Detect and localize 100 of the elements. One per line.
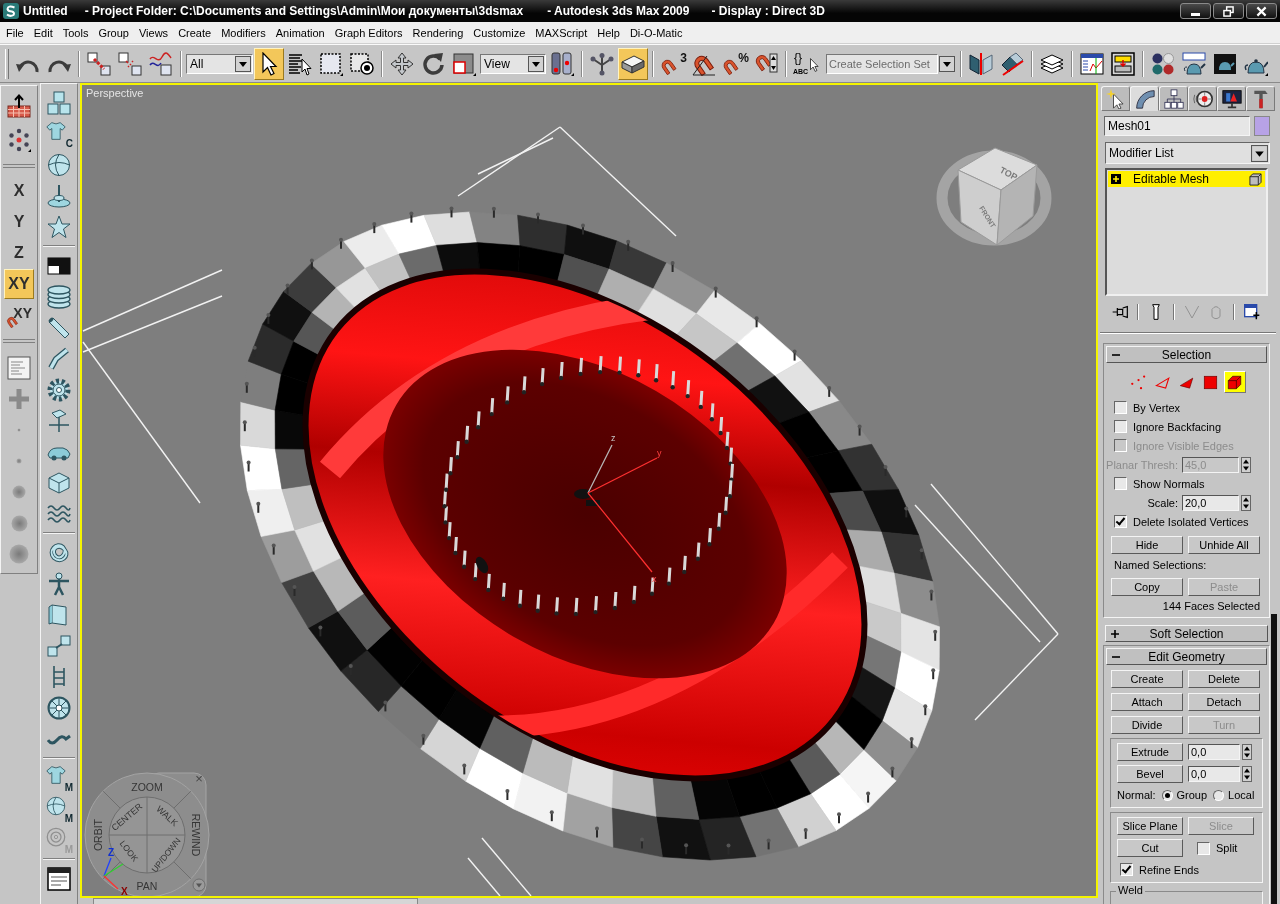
cylinders-icon[interactable]	[550, 51, 574, 76]
four-way-arrow-icon[interactable]	[390, 51, 414, 76]
object-name-field[interactable]: Mesh01	[1104, 116, 1250, 136]
checkbox[interactable]	[1197, 841, 1210, 855]
rollout-header[interactable]: Edit Geometry	[1106, 648, 1267, 665]
tile-icon[interactable]	[47, 254, 71, 278]
wheel-label[interactable]: REWIND	[190, 813, 202, 857]
rollout-header[interactable]: Soft Selection	[1105, 625, 1268, 642]
menu-item[interactable]: Tools	[57, 24, 94, 41]
coordinate-system-dropdown[interactable]: View	[480, 53, 546, 74]
menu-item[interactable]: Rendering	[407, 24, 469, 41]
material-spheres-icon[interactable]	[1151, 51, 1175, 76]
wheel-label[interactable]: PAN	[136, 880, 158, 892]
menu-item[interactable]: Modifiers	[216, 24, 271, 41]
ball-button[interactable]: M	[44, 794, 74, 824]
sphere-icon[interactable]	[47, 153, 71, 177]
command-button[interactable]: Slice Plane	[1117, 817, 1183, 835]
spinner-arrows-icon[interactable]	[1242, 744, 1252, 760]
modifier-list-dropdown[interactable]: Modifier List	[1105, 142, 1270, 164]
caret-icon[interactable]	[939, 55, 955, 72]
plane-snap-button[interactable]: XY	[4, 300, 34, 330]
nested-squares-icon[interactable]	[452, 51, 476, 76]
menu-item[interactable]: Group	[93, 24, 134, 41]
radio-button[interactable]	[1213, 789, 1225, 801]
mirror-icon[interactable]	[969, 51, 993, 76]
percent-snap-button[interactable]: %	[720, 47, 750, 80]
configure-window-icon[interactable]	[1244, 304, 1260, 320]
circular-arrow-icon[interactable]	[421, 51, 445, 76]
panel-tab[interactable]	[1188, 86, 1217, 111]
magnet-spinner-icon[interactable]	[754, 51, 778, 76]
disc-stand-icon[interactable]	[47, 184, 71, 208]
close-button[interactable]	[1246, 3, 1277, 19]
command-button[interactable]: Attach	[1111, 693, 1183, 711]
menu-item[interactable]: Views	[133, 24, 174, 41]
box-icon[interactable]	[47, 471, 71, 495]
spinner-field[interactable]: 0,0	[1188, 766, 1240, 782]
dashed-rectangle-icon[interactable]	[319, 51, 343, 76]
shirt-button[interactable]: C	[44, 119, 74, 149]
panel-tab[interactable]	[1246, 86, 1275, 111]
dot-ring-icon[interactable]	[7, 128, 31, 152]
menu-item[interactable]: Di-O-Matic	[624, 24, 688, 41]
command-button[interactable]: Cut	[1117, 839, 1183, 857]
minimize-button[interactable]	[1180, 3, 1211, 19]
menu-item[interactable]: Help	[592, 24, 625, 41]
axis-constraint-button[interactable]: X	[4, 176, 34, 206]
teapot-frame-icon[interactable]	[1213, 51, 1237, 76]
linked-squares-icon[interactable]	[87, 51, 111, 76]
dashed-square-circle-icon[interactable]	[350, 51, 374, 76]
teapot-window-icon[interactable]	[1182, 51, 1206, 76]
command-button[interactable]: Create	[1111, 670, 1183, 688]
spinner-field[interactable]: 0,0	[1188, 744, 1240, 760]
wavy-lines-square-icon[interactable]	[149, 51, 173, 76]
spinner-arrows-icon[interactable]	[1242, 766, 1252, 782]
ring-mesh-drawing[interactable]	[240, 206, 940, 861]
radio-button[interactable]	[1161, 789, 1173, 801]
cubes-icon[interactable]	[47, 91, 71, 115]
plus-box-icon[interactable]	[1111, 174, 1121, 184]
axis-constraint-button[interactable]: XY	[4, 269, 34, 299]
command-button[interactable]: Detach	[1188, 693, 1260, 711]
menu-item[interactable]: MAXScript	[530, 24, 593, 41]
menu-item[interactable]: Graph Editors	[329, 24, 408, 41]
command-button[interactable]: Hide	[1111, 536, 1183, 554]
checkbox[interactable]	[1114, 420, 1127, 433]
selection-filter-dropdown[interactable]: All	[186, 53, 253, 74]
spinner-arrows-icon[interactable]	[1241, 456, 1251, 473]
menu-item[interactable]: File	[1, 24, 29, 41]
panel-tab[interactable]	[1130, 86, 1159, 111]
command-button[interactable]: Divide	[1111, 716, 1183, 734]
panel-tab[interactable]	[1217, 86, 1246, 111]
figure-icon[interactable]	[47, 572, 71, 596]
spring-icon[interactable]	[47, 285, 71, 309]
command-button[interactable]: Extrude	[1117, 743, 1183, 761]
scrollbar-thumb[interactable]	[1271, 614, 1277, 904]
knot-icon[interactable]	[47, 541, 71, 565]
snap-toggle-button[interactable]: 3	[658, 47, 688, 80]
command-button[interactable]: Delete	[1188, 670, 1260, 688]
gear-icon[interactable]	[47, 378, 71, 402]
unlinked-squares-icon[interactable]	[118, 51, 142, 76]
menu-item[interactable]: Customize	[468, 24, 531, 41]
modifier-stack-item[interactable]: Editable Mesh	[1108, 171, 1265, 187]
graph-window-icon[interactable]	[1080, 51, 1104, 76]
window-icon[interactable]	[47, 867, 71, 891]
waves-icon[interactable]	[47, 502, 71, 526]
rollout-header[interactable]: Selection	[1106, 346, 1267, 363]
tube-icon[interactable]	[47, 316, 71, 340]
wheel-label[interactable]: ZOOM	[131, 781, 163, 793]
text-window-icon[interactable]	[7, 356, 31, 380]
star-icon[interactable]	[47, 215, 71, 239]
checkbox[interactable]	[1120, 863, 1133, 876]
command-button[interactable]: Unhide All	[1188, 536, 1260, 554]
transform-gizmo[interactable]	[587, 444, 658, 573]
spinner-arrows-icon[interactable]	[1241, 494, 1251, 511]
shortcut-override-button[interactable]	[618, 47, 648, 80]
checkbox[interactable]	[1114, 477, 1127, 490]
shirt-button[interactable]: M	[44, 763, 74, 793]
wheel-icon[interactable]	[47, 696, 71, 720]
command-button[interactable]: Bevel	[1117, 765, 1183, 783]
restore-button[interactable]	[1213, 3, 1244, 19]
panel-tab[interactable]	[1159, 86, 1188, 111]
pin-icon[interactable]	[1112, 304, 1128, 320]
